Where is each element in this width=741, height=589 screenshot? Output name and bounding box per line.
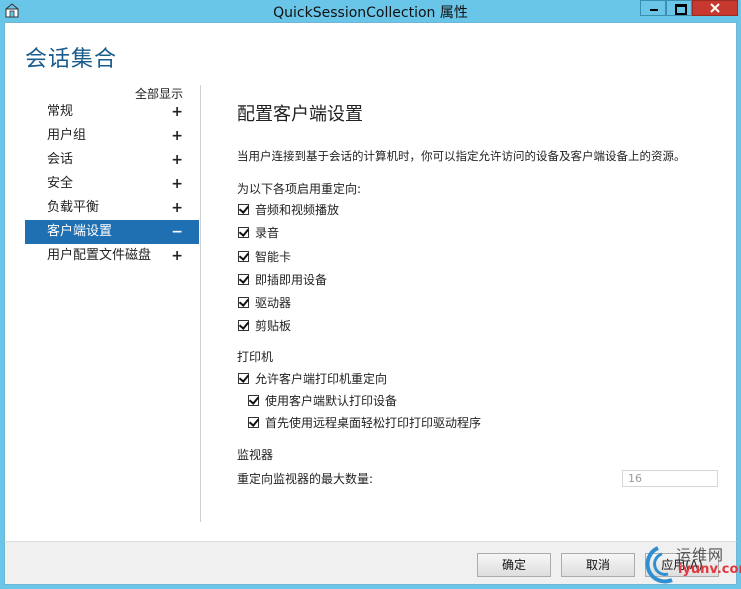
nav-item-label: 常规 xyxy=(47,104,74,119)
nav-item-session[interactable]: 会话 + xyxy=(25,148,199,172)
dialog-content: 会话集合 全部显示 常规 + 用户组 + 会话 + 安全 + 负载平衡 + 客户… xyxy=(4,22,737,541)
nav-item-load-balancing[interactable]: 负载平衡 + xyxy=(25,196,199,220)
checkbox-box[interactable] xyxy=(238,226,249,238)
nav-item-label: 负载平衡 xyxy=(47,200,100,215)
checkbox-label: 使用客户端默认打印设备 xyxy=(265,393,398,408)
minimize-button[interactable] xyxy=(640,0,666,16)
printer-label: 打印机 xyxy=(237,350,274,364)
clipboard-checkbox[interactable]: 剪贴板 xyxy=(238,317,291,333)
checkbox-label: 音频和视频播放 xyxy=(255,202,340,217)
panel-divider xyxy=(200,85,201,522)
maximize-button[interactable] xyxy=(666,0,692,16)
drives-checkbox[interactable]: 驱动器 xyxy=(238,294,291,310)
checkbox-label: 录音 xyxy=(255,225,280,240)
nav-item-user-groups[interactable]: 用户组 + xyxy=(25,124,199,148)
default-printer-checkbox[interactable]: 使用客户端默认打印设备 xyxy=(248,392,397,408)
expand-icon: + xyxy=(171,248,183,264)
nav-item-general[interactable]: 常规 + xyxy=(25,100,199,124)
audio-video-checkbox[interactable]: 音频和视频播放 xyxy=(238,201,339,217)
cancel-button[interactable]: 取消 xyxy=(561,553,635,577)
sidebar-nav: 常规 + 用户组 + 会话 + 安全 + 负载平衡 + 客户端设置 − 用户配置… xyxy=(25,100,199,268)
properties-window: QuickSessionCollection 属性 会话集合 全部显示 常规 +… xyxy=(0,0,741,589)
expand-icon: + xyxy=(171,128,183,144)
monitor-max-label: 重定向监视器的最大数量: xyxy=(237,472,374,486)
dialog-footer: 确定 取消 应用(A) xyxy=(4,541,737,585)
expand-icon: + xyxy=(171,152,183,168)
close-button[interactable] xyxy=(692,0,738,16)
checkbox-box[interactable] xyxy=(238,250,249,262)
nav-item-label: 用户组 xyxy=(47,128,87,143)
checkbox-label: 即插即用设备 xyxy=(255,272,328,287)
checkbox-box[interactable] xyxy=(238,273,249,285)
checkbox-box[interactable] xyxy=(238,372,249,384)
expand-icon: + xyxy=(171,176,183,192)
checkbox-box[interactable] xyxy=(248,394,259,406)
nav-item-label: 用户配置文件磁盘 xyxy=(47,248,152,263)
section-title: 配置客户端设置 xyxy=(237,104,363,125)
plug-and-play-checkbox[interactable]: 即插即用设备 xyxy=(238,271,327,287)
redirect-label: 为以下各项启用重定向: xyxy=(237,182,362,196)
monitor-max-input[interactable]: 16 xyxy=(622,470,718,487)
expand-icon: + xyxy=(171,104,183,120)
easy-print-checkbox[interactable]: 首先使用远程桌面轻松打印打印驱动程序 xyxy=(248,414,481,430)
close-icon xyxy=(710,3,720,13)
ok-button[interactable]: 确定 xyxy=(477,553,551,577)
checkbox-box[interactable] xyxy=(238,296,249,308)
checkbox-label: 允许客户端打印机重定向 xyxy=(255,371,388,386)
expand-icon: + xyxy=(171,200,183,216)
printer-redirect-checkbox[interactable]: 允许客户端打印机重定向 xyxy=(238,370,387,386)
nav-item-client-settings[interactable]: 客户端设置 − xyxy=(25,220,199,244)
checkbox-box[interactable] xyxy=(238,319,249,331)
window-title: QuickSessionCollection 属性 xyxy=(273,5,468,21)
section-description: 当用户连接到基于会话的计算机时，你可以指定允许访问的设备及客户端设备上的资源。 xyxy=(237,149,686,163)
nav-item-label: 客户端设置 xyxy=(47,224,113,239)
watermark-url: iyunv.com xyxy=(678,562,741,577)
nav-item-user-profile-disks[interactable]: 用户配置文件磁盘 + xyxy=(25,244,199,268)
checkbox-label: 智能卡 xyxy=(255,249,292,264)
nav-item-label: 会话 xyxy=(47,152,74,167)
audio-recording-checkbox[interactable]: 录音 xyxy=(238,224,279,240)
collapse-icon: − xyxy=(171,224,183,240)
monitor-label: 监视器 xyxy=(237,448,274,462)
checkbox-label: 驱动器 xyxy=(255,295,292,310)
nav-item-security[interactable]: 安全 + xyxy=(25,172,199,196)
page-title: 会话集合 xyxy=(25,47,118,72)
watermark: 运维网 iyunv.com xyxy=(636,540,741,589)
nav-item-label: 安全 xyxy=(47,176,74,191)
checkbox-box[interactable] xyxy=(248,416,259,428)
smart-card-checkbox[interactable]: 智能卡 xyxy=(238,248,291,264)
checkbox-box[interactable] xyxy=(238,203,249,215)
checkbox-label: 剪贴板 xyxy=(255,318,292,333)
title-bar[interactable]: QuickSessionCollection 属性 xyxy=(0,0,741,22)
checkbox-label: 首先使用远程桌面轻松打印打印驱动程序 xyxy=(265,415,482,430)
